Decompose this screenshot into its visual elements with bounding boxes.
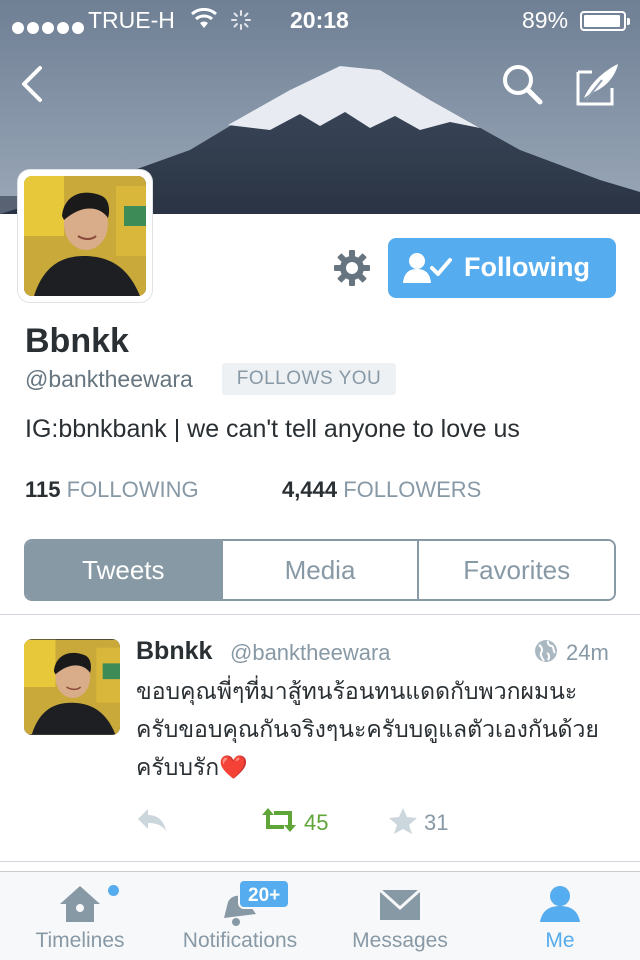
following-button-label: Following [464,252,590,282]
followers-count: 4,444 [282,477,338,502]
tab-me[interactable]: Me [480,872,640,960]
activity-spinner-icon [231,10,251,30]
battery-icon [580,11,630,31]
profile-photo-image [24,176,146,296]
battery-percent: 89% [522,7,569,33]
following-stat[interactable]: 115 FOLLOWING [25,477,199,503]
gear-icon[interactable] [332,248,372,288]
profile-tabs: Tweets Media Favorites [24,539,616,601]
tweet-timestamp: 24m [566,640,609,665]
following-label: FOLLOWING [66,477,199,502]
tab-media[interactable]: Media [222,541,420,599]
notifications-badge: 20+ [238,879,291,909]
person-check-icon [403,253,452,283]
profile-name: Bbnkk [25,322,129,360]
status-bar: TRUE-H 20:18 89% [0,0,640,40]
tweet-item[interactable]: Bbnkk @banktheewara 24m ขอบคุณพี่ๆที่มาส… [0,615,640,861]
tab-messages-label: Messages [352,929,448,952]
tweet-author-handle: @banktheewara [230,640,391,665]
envelope-icon [378,888,422,920]
tab-timelines[interactable]: Timelines [0,872,160,960]
clock: 20:18 [290,7,349,33]
profile-bio: IG:bbnkbank | we can't tell anyone to lo… [25,415,520,443]
following-count: 115 [25,477,61,502]
tweet-author-name: Bbnkk [136,637,213,665]
tab-notifications[interactable]: 20+ Notifications [160,872,320,960]
retweet-icon[interactable] [260,807,298,833]
follows-you-badge: FOLLOWS YOU [222,363,396,395]
person-icon [540,886,580,922]
signal-strength-icon [12,13,87,40]
heart-emoji: ❤️ [219,755,248,781]
followers-stat[interactable]: 4,444 FOLLOWERS [282,477,481,503]
wifi-icon [191,8,217,28]
tweet-text-body: ขอบคุณพี่ๆที่มาสู้ทนร้อนทนแดดกับพวกผมนะค… [136,679,599,781]
favorite-star-icon[interactable] [388,807,418,835]
favorite-count: 31 [424,810,449,835]
followers-label: FOLLOWERS [343,477,482,502]
back-arrow-icon[interactable] [14,62,50,106]
tab-me-label: Me [545,929,575,952]
compose-tweet-icon[interactable] [572,60,622,110]
tab-tweets[interactable]: Tweets [26,541,223,599]
new-content-dot [108,885,119,896]
tab-messages[interactable]: Messages [320,872,480,960]
divider [0,861,640,862]
tweet-avatar-image [24,639,120,735]
retweet-count: 45 [304,810,329,835]
carrier-name: TRUE-H [88,7,175,33]
globe-icon [535,640,557,662]
profile-avatar[interactable] [18,170,152,302]
search-icon[interactable] [498,60,546,108]
tweet-avatar[interactable] [24,639,120,735]
tab-favorites[interactable]: Favorites [419,541,614,599]
reply-icon[interactable] [136,807,168,833]
profile-handle: @banktheewara [25,366,193,392]
following-button[interactable]: Following [388,238,616,298]
home-icon [60,886,100,922]
tab-timelines-label: Timelines [35,929,125,952]
bottom-tab-bar: Timelines 20+ Notifications Messages Me [0,871,640,960]
tab-notifications-label: Notifications [182,929,298,952]
tweet-text: ขอบคุณพี่ๆที่มาสู้ทนร้อนทนแดดกับพวกผมนะค… [136,673,606,787]
